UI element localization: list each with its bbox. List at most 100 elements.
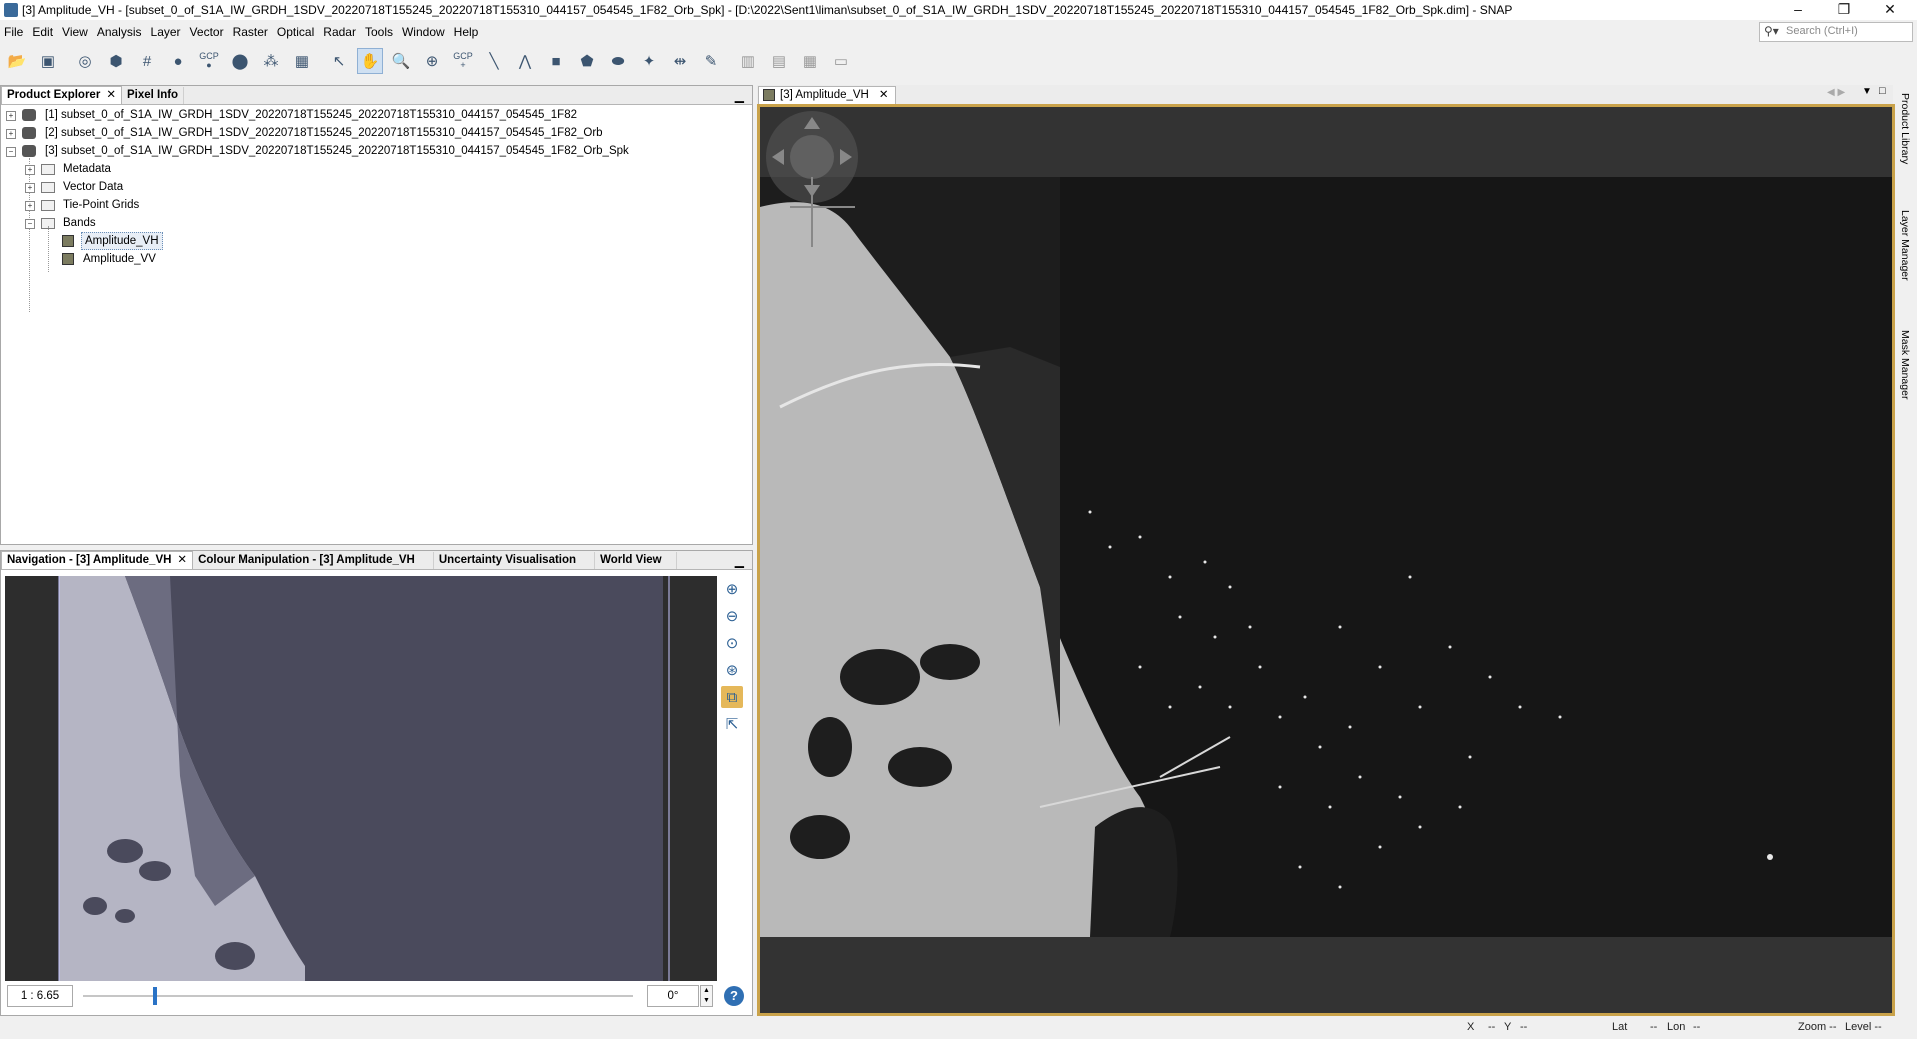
polyline-drawing-tool-icon[interactable]: ⋀ bbox=[512, 48, 538, 74]
menu-layer[interactable]: Layer bbox=[147, 22, 186, 42]
sync-cursor-icon[interactable]: ⇱ bbox=[721, 713, 743, 735]
side-tab-mask-manager[interactable]: Mask Manager bbox=[1899, 330, 1911, 399]
magic-wand-tool-icon[interactable]: ✦ bbox=[636, 48, 662, 74]
scale-field[interactable]: 1 : 6.65 bbox=[7, 985, 73, 1007]
tile-horizontal-icon[interactable]: ▥ bbox=[735, 48, 761, 74]
menu-optical[interactable]: Optical bbox=[273, 22, 319, 42]
expand-icon[interactable]: + bbox=[25, 183, 35, 193]
help-icon[interactable]: ? bbox=[724, 986, 744, 1006]
product-icon bbox=[22, 145, 36, 157]
navigation-overview[interactable] bbox=[5, 576, 717, 981]
zoom-pixel-icon[interactable]: ⊙ bbox=[721, 632, 743, 654]
tree-folder-bands[interactable]: Bands bbox=[63, 214, 96, 232]
image-view-amplitude-vh[interactable] bbox=[757, 104, 1895, 1016]
close-icon[interactable]: ✕ bbox=[177, 554, 187, 566]
graph-builder-icon[interactable]: ⁂ bbox=[258, 48, 284, 74]
tree-band-amplitude-vv[interactable]: Amplitude_VV bbox=[83, 250, 156, 268]
zoom-in-icon[interactable]: ⊕ bbox=[721, 578, 743, 600]
gcp-placing-tool-icon[interactable]: GCP + bbox=[450, 48, 476, 74]
menu-vector[interactable]: Vector bbox=[186, 22, 229, 42]
maximize-icon[interactable]: □ bbox=[1879, 85, 1886, 97]
close-icon[interactable]: ✕ bbox=[106, 89, 116, 101]
rotation-spinner[interactable]: ▲ ▼ bbox=[700, 985, 713, 1007]
export-icon[interactable]: ⬢ bbox=[103, 48, 129, 74]
sync-views-icon[interactable]: ⧉ bbox=[721, 686, 743, 708]
tile-vertical-icon[interactable]: ▤ bbox=[766, 48, 792, 74]
tab-colour-manipulation[interactable]: Colour Manipulation - [3] Amplitude_VH bbox=[193, 552, 434, 569]
polygon-drawing-tool-icon[interactable]: ⬟ bbox=[574, 48, 600, 74]
world-map-icon[interactable]: ⬤ bbox=[227, 48, 253, 74]
status-lat-value: -- bbox=[1650, 1021, 1658, 1033]
zoom-all-icon[interactable]: ⊛ bbox=[721, 659, 743, 681]
tree-product-1[interactable]: [1] subset_0_of_S1A_IW_GRDH_1SDV_2022071… bbox=[45, 106, 577, 124]
restore-button[interactable]: ❐ bbox=[1821, 0, 1867, 20]
tree-folder-vector-data[interactable]: Vector Data bbox=[63, 178, 123, 196]
tab-list-icon[interactable]: ▼ bbox=[1862, 86, 1872, 97]
tab-label: Colour Manipulation - [3] Amplitude_VH bbox=[198, 554, 415, 566]
menu-tools[interactable]: Tools bbox=[361, 22, 398, 42]
tab-uncertainty-visualisation[interactable]: Uncertainty Visualisation bbox=[434, 552, 596, 569]
collapse-icon[interactable]: − bbox=[25, 219, 35, 229]
menu-help[interactable]: Help bbox=[450, 22, 484, 42]
close-button[interactable]: ✕ bbox=[1867, 0, 1913, 20]
tree-band-amplitude-vh[interactable]: Amplitude_VH bbox=[81, 232, 163, 250]
open-product-icon[interactable]: 📂 bbox=[4, 48, 30, 74]
gcp-manager-icon[interactable]: GCP ● bbox=[196, 48, 222, 74]
gcp-label: GCP bbox=[453, 51, 473, 61]
menu-raster[interactable]: Raster bbox=[229, 22, 273, 42]
tab-label: Pixel Info bbox=[126, 89, 179, 101]
menu-analysis[interactable]: Analysis bbox=[93, 22, 147, 42]
grid-icon[interactable]: # bbox=[134, 48, 160, 74]
rotation-field[interactable]: 0° bbox=[647, 985, 699, 1007]
menu-radar[interactable]: Radar bbox=[319, 22, 361, 42]
folder-icon bbox=[41, 182, 55, 193]
batch-processing-icon[interactable]: ▦ bbox=[289, 48, 315, 74]
tree-product-3[interactable]: [3] subset_0_of_S1A_IW_GRDH_1SDV_2022071… bbox=[45, 142, 629, 160]
tree-folder-tie-point-grids[interactable]: Tie-Point Grids bbox=[63, 196, 139, 214]
side-tab-product-library[interactable]: Product Library bbox=[1899, 93, 1911, 164]
menu-window[interactable]: Window bbox=[398, 22, 450, 42]
ellipse-drawing-tool-icon[interactable]: ⬬ bbox=[605, 48, 631, 74]
range-finder-tool-icon[interactable]: ⇹ bbox=[667, 48, 693, 74]
tile-single-icon[interactable]: ▭ bbox=[828, 48, 854, 74]
tab-image-amplitude-vh[interactable]: [3] Amplitude_VH ✕ bbox=[758, 86, 896, 105]
expand-icon[interactable]: + bbox=[25, 201, 35, 211]
menu-file[interactable]: File bbox=[0, 22, 28, 42]
tile-evenly-icon[interactable]: ▦ bbox=[797, 48, 823, 74]
zoom-slider[interactable] bbox=[83, 995, 633, 997]
tree-product-2[interactable]: [2] subset_0_of_S1A_IW_GRDH_1SDV_2022071… bbox=[45, 124, 603, 142]
zoom-tool-icon[interactable]: 🔍 bbox=[388, 48, 414, 74]
minimize-button[interactable]: – bbox=[1775, 0, 1821, 20]
tab-nav-arrows[interactable]: ◀ ▶ bbox=[1827, 87, 1845, 98]
close-icon[interactable]: ✕ bbox=[879, 89, 889, 101]
pin-manager-icon[interactable]: ● bbox=[165, 48, 191, 74]
tab-product-explorer[interactable]: Product Explorer ✕ bbox=[1, 86, 122, 104]
expand-icon[interactable]: + bbox=[6, 111, 16, 121]
tree-folder-metadata[interactable]: Metadata bbox=[63, 160, 111, 178]
new-layer-icon[interactable]: ◎ bbox=[72, 48, 98, 74]
expand-icon[interactable]: + bbox=[6, 129, 16, 139]
line-drawing-tool-icon[interactable]: ╲ bbox=[481, 48, 507, 74]
annotation-tool-icon[interactable]: ✎ bbox=[698, 48, 724, 74]
tab-world-view[interactable]: World View bbox=[595, 552, 677, 569]
status-lon-value: -- bbox=[1693, 1021, 1701, 1033]
expand-icon[interactable]: + bbox=[25, 165, 35, 175]
search-input[interactable]: ⚲▾ Search (Ctrl+I) bbox=[1759, 22, 1913, 42]
minimize-panel-icon[interactable]: ▁ bbox=[727, 88, 752, 104]
collapse-icon[interactable]: − bbox=[6, 147, 16, 157]
select-tool-icon[interactable]: ↖ bbox=[326, 48, 352, 74]
tab-navigation[interactable]: Navigation - [3] Amplitude_VH ✕ bbox=[1, 551, 194, 569]
tab-label: Uncertainty Visualisation bbox=[438, 554, 577, 566]
zoom-slider-thumb[interactable] bbox=[152, 987, 157, 1005]
save-product-icon[interactable]: ▣ bbox=[35, 48, 61, 74]
tab-pixel-info[interactable]: Pixel Info bbox=[122, 87, 185, 104]
pan-tool-icon[interactable]: ✋ bbox=[357, 48, 383, 74]
zoom-out-icon[interactable]: ⊖ bbox=[721, 605, 743, 627]
side-tab-layer-manager[interactable]: Layer Manager bbox=[1899, 210, 1911, 281]
menu-view[interactable]: View bbox=[58, 22, 93, 42]
menu-edit[interactable]: Edit bbox=[28, 22, 58, 42]
pin-placing-tool-icon[interactable]: ⊕ bbox=[419, 48, 445, 74]
rectangle-drawing-tool-icon[interactable]: ■ bbox=[543, 48, 569, 74]
minimize-panel-icon[interactable]: ▁ bbox=[727, 553, 752, 569]
right-side-tabs: Product Library Layer Manager Mask Manag… bbox=[1895, 85, 1917, 1016]
